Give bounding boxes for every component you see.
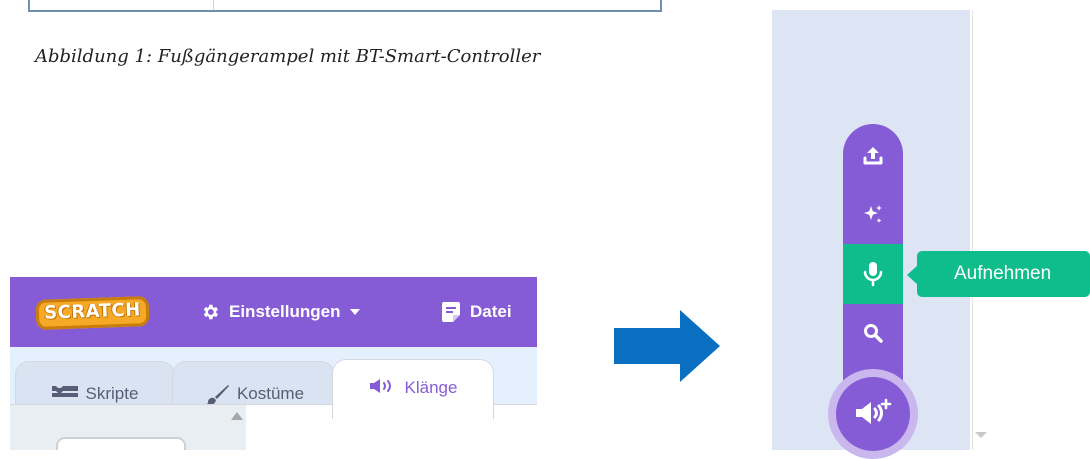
file-menu-label: Datei xyxy=(470,302,512,321)
tab-scripts-label: Skripte xyxy=(85,384,139,403)
tab-sounds-label: Klänge xyxy=(404,378,458,397)
upload-sound-button[interactable] xyxy=(843,126,903,186)
gear-icon xyxy=(203,304,218,320)
brush-icon xyxy=(203,385,229,406)
sound-list xyxy=(10,405,246,450)
record-tooltip: Aufnehmen xyxy=(917,251,1090,297)
search-icon xyxy=(864,324,883,343)
file-menu[interactable]: Datei xyxy=(441,298,512,326)
scroll-down-arrow-icon[interactable] xyxy=(975,432,987,438)
upload-icon xyxy=(863,147,883,165)
table-column-divider xyxy=(213,0,214,10)
code-icon xyxy=(51,386,78,397)
record-sound-button[interactable] xyxy=(843,244,903,304)
sparkle-icon xyxy=(864,205,882,223)
microphone-icon xyxy=(863,262,883,287)
chevron-down-icon xyxy=(350,309,361,315)
add-sound-icon xyxy=(856,398,892,424)
right-arrow-icon xyxy=(614,310,720,382)
tab-costumes-label: Kostüme xyxy=(236,384,305,403)
settings-menu-label: Einstellungen xyxy=(229,302,341,321)
scratch-editor-screenshot: SCRATCH Einstellungen Datei Skripte Kost… xyxy=(10,277,537,450)
scroll-up-arrow-icon[interactable] xyxy=(231,412,243,420)
scratch-logo[interactable]: SCRATCH xyxy=(35,296,150,330)
file-icon xyxy=(442,302,460,322)
menu-bar: SCRATCH Einstellungen Datei xyxy=(10,277,537,347)
speaker-icon xyxy=(369,379,391,393)
table-bottom-edge xyxy=(28,0,662,12)
scrollbar[interactable] xyxy=(972,10,998,450)
search-sound-button[interactable] xyxy=(843,303,903,363)
add-sound-button[interactable] xyxy=(836,377,910,451)
figure-caption: Abbildung 1: Fußgängerampel mit BT-Smart… xyxy=(35,46,541,67)
surprise-sound-button[interactable] xyxy=(843,184,903,244)
tab-sounds[interactable]: Klänge xyxy=(332,359,494,419)
sound-list-item[interactable] xyxy=(56,437,186,450)
settings-menu[interactable]: Einstellungen xyxy=(200,298,361,326)
scratch-logo-text: SCRATCH xyxy=(43,299,142,324)
